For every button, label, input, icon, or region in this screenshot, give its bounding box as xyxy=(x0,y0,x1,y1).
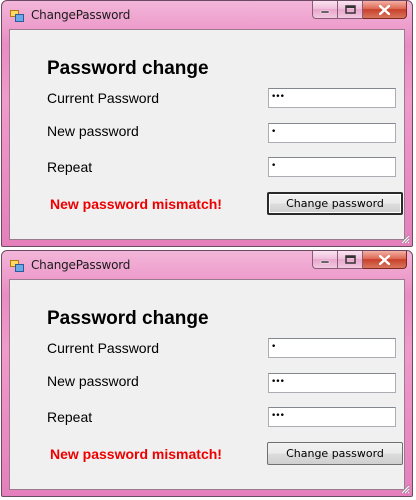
minimize-button[interactable] xyxy=(312,1,338,19)
maximize-button[interactable] xyxy=(338,1,363,19)
caption-buttons xyxy=(312,1,407,20)
resize-grip-icon[interactable] xyxy=(399,483,410,494)
client-area: Password change Current Password • New p… xyxy=(9,279,405,490)
new-password-label: New password xyxy=(47,373,139,389)
current-password-label: Current Password xyxy=(47,340,160,356)
close-button[interactable] xyxy=(363,251,407,269)
resize-grip-icon[interactable] xyxy=(399,233,410,244)
error-message: New password mismatch! xyxy=(50,446,222,462)
close-icon xyxy=(379,4,390,15)
change-password-button[interactable]: Change password xyxy=(267,442,403,465)
new-password-field[interactable]: ••• xyxy=(268,373,396,393)
new-password-field[interactable]: • xyxy=(268,123,396,143)
client-area: Password change Current Password ••• New… xyxy=(9,29,405,240)
new-password-label: New password xyxy=(47,123,139,139)
maximize-icon xyxy=(344,5,356,14)
repeat-password-label: Repeat xyxy=(47,409,93,425)
caption-buttons xyxy=(312,251,407,270)
error-message: New password mismatch! xyxy=(50,196,222,212)
close-icon xyxy=(379,254,390,265)
repeat-password-label: Repeat xyxy=(47,159,93,175)
window-title: ChangePassword xyxy=(31,258,131,272)
minimize-icon xyxy=(320,10,330,13)
current-password-field[interactable]: ••• xyxy=(268,88,396,108)
maximize-button[interactable] xyxy=(338,251,363,269)
change-password-window-1: ChangePassword Password change Current P… xyxy=(1,0,413,247)
app-window-icon xyxy=(10,260,24,272)
repeat-password-field[interactable]: ••• xyxy=(268,407,396,427)
current-password-label: Current Password xyxy=(47,90,160,106)
maximize-icon xyxy=(344,255,356,264)
close-button[interactable] xyxy=(363,1,407,19)
change-password-window-2: ChangePassword Password change Current P… xyxy=(1,250,413,497)
change-password-button[interactable]: Change password xyxy=(267,192,403,215)
minimize-button[interactable] xyxy=(312,251,338,269)
page-title: Password change xyxy=(47,58,209,79)
title-bar[interactable]: ChangePassword xyxy=(2,1,412,29)
title-bar[interactable]: ChangePassword xyxy=(2,251,412,279)
minimize-icon xyxy=(320,260,330,263)
repeat-password-field[interactable]: • xyxy=(268,157,396,177)
current-password-field[interactable]: • xyxy=(268,338,396,358)
app-window-icon xyxy=(10,10,24,22)
page-title: Password change xyxy=(47,308,209,329)
window-title: ChangePassword xyxy=(31,8,131,22)
